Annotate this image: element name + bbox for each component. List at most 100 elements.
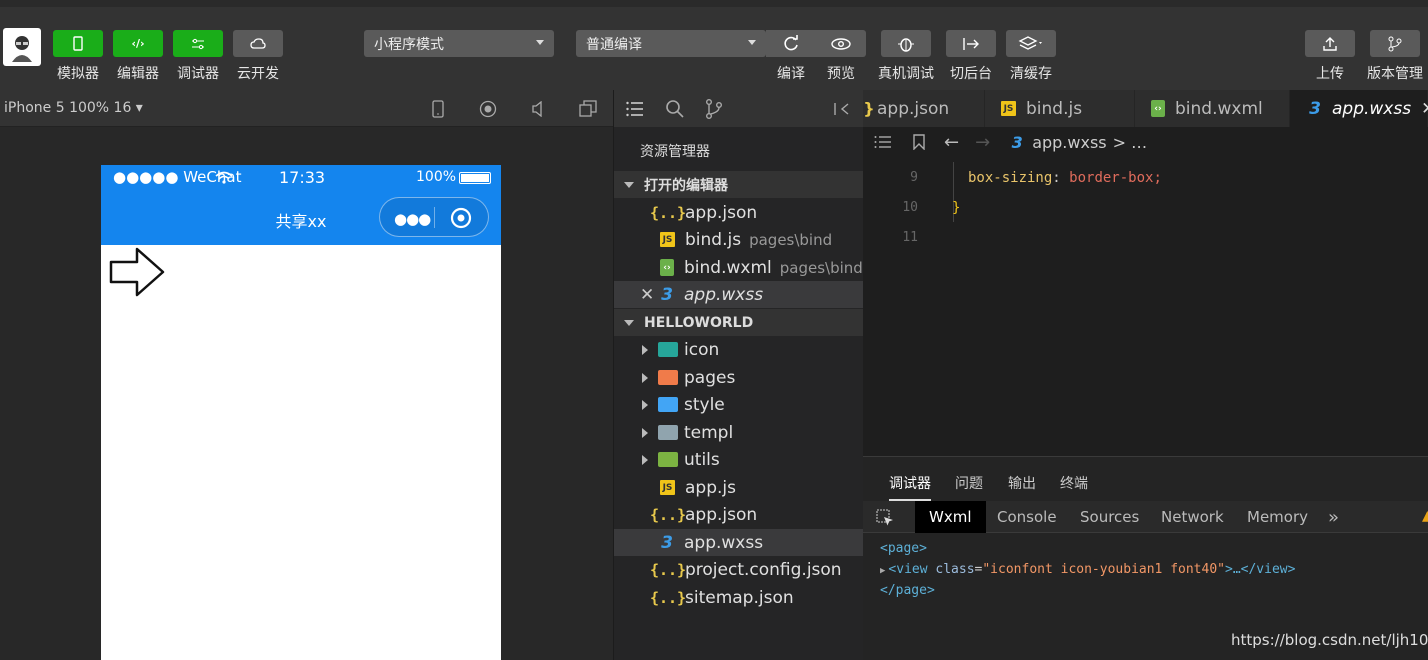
js-file-icon: JS bbox=[1001, 101, 1016, 116]
folder-item[interactable]: pages bbox=[614, 364, 864, 391]
avatar[interactable] bbox=[3, 28, 41, 66]
compile-label: 编译 bbox=[777, 66, 805, 82]
close-target-icon[interactable] bbox=[450, 207, 472, 229]
devtools-panel-tabs: Wxml Console Sources Network Memory » ▲ bbox=[863, 501, 1428, 533]
file-path: pages\bind bbox=[779, 258, 863, 277]
tab-app-json[interactable]: } app.json bbox=[863, 90, 985, 127]
more-icon[interactable]: ●●● bbox=[394, 210, 431, 228]
tab-bind-js[interactable]: JS bind.js bbox=[985, 90, 1135, 127]
json-file-icon: {..} bbox=[649, 203, 687, 222]
tab-terminal[interactable]: 终端 bbox=[1060, 473, 1088, 493]
simulator-label: 模拟器 bbox=[57, 66, 99, 82]
tab-label: bind.wxml bbox=[1175, 98, 1263, 119]
folder-item[interactable]: icon bbox=[614, 336, 864, 363]
device-select[interactable]: iPhone 5 100% 16 ▾ bbox=[4, 100, 143, 116]
dom-node-page-close[interactable]: </page> bbox=[880, 583, 1420, 604]
source-control-icon[interactable] bbox=[705, 99, 723, 119]
simulator-button[interactable] bbox=[53, 30, 103, 57]
dom-node-view[interactable]: ▶ <view class="iconfont icon-youbian1 fon… bbox=[880, 562, 1420, 583]
list-icon[interactable] bbox=[626, 101, 644, 117]
file-item[interactable]: {..} app.json bbox=[614, 501, 864, 528]
tab-app-wxss[interactable]: 3 app.wxss ✕ bbox=[1290, 90, 1428, 127]
back-arrow-icon[interactable]: ← bbox=[944, 132, 959, 153]
cloud-button[interactable] bbox=[233, 30, 283, 57]
phone-icon[interactable] bbox=[431, 100, 445, 118]
bookmark-icon[interactable] bbox=[912, 134, 926, 150]
tab-issues[interactable]: 问题 bbox=[955, 473, 983, 493]
layers-icon bbox=[1018, 35, 1042, 50]
file-item-selected[interactable]: 3 app.wxss bbox=[614, 529, 864, 556]
folder-item[interactable]: style bbox=[614, 391, 864, 418]
panel-console[interactable]: Console bbox=[983, 501, 1071, 533]
open-editor-item[interactable]: ‹› bind.wxml pages\bind bbox=[614, 254, 864, 281]
file-name: app.json bbox=[685, 202, 758, 223]
menu-strip bbox=[0, 0, 1428, 7]
dom-tree[interactable]: <page> ▶ <view class="iconfont icon-youbi… bbox=[880, 541, 1420, 604]
cloud-label: 云开发 bbox=[237, 66, 279, 82]
search-icon[interactable] bbox=[666, 100, 684, 118]
background-button[interactable] bbox=[946, 30, 996, 57]
simulator-panel: iPhone 5 100% 16 ▾ ●●●●● WeChat 17:33 10… bbox=[0, 90, 613, 660]
list-icon[interactable] bbox=[874, 135, 892, 149]
tab-output[interactable]: 输出 bbox=[1008, 473, 1036, 493]
file-name: bind.wxml bbox=[684, 257, 772, 278]
project-label: HELLOWORLD bbox=[644, 314, 754, 331]
code-icon: ‹/› bbox=[131, 37, 145, 50]
explorer-title: 资源管理器 bbox=[640, 144, 710, 160]
collapse-icon[interactable] bbox=[834, 102, 852, 116]
folder-icon bbox=[658, 452, 678, 467]
file-item[interactable]: JS app.js bbox=[614, 474, 864, 501]
clear-cache-button[interactable] bbox=[1006, 30, 1056, 57]
code-text: } bbox=[952, 200, 961, 216]
remote-debug-button[interactable] bbox=[881, 30, 931, 57]
window-icon[interactable] bbox=[579, 100, 597, 118]
expand-triangle-icon[interactable]: ▶ bbox=[880, 566, 885, 576]
version-button[interactable] bbox=[1370, 30, 1420, 57]
mode-select[interactable]: 小程序模式 bbox=[364, 30, 554, 57]
panel-sources[interactable]: Sources bbox=[1066, 501, 1153, 533]
volume-icon[interactable] bbox=[530, 101, 546, 117]
file-name: app.wxss bbox=[684, 532, 764, 553]
devtools-panel: 调试器 问题 输出 终端 Wxml Console Sources Networ… bbox=[863, 456, 1428, 660]
open-editor-item[interactable]: {..} app.json bbox=[614, 199, 864, 226]
css-file-icon: 3 bbox=[661, 532, 673, 553]
eye-icon bbox=[831, 37, 851, 50]
tab-label: app.wxss bbox=[1332, 98, 1412, 119]
forward-arrow-icon[interactable]: → bbox=[975, 132, 990, 153]
preview-button[interactable] bbox=[816, 30, 866, 57]
tab-debugger[interactable]: 调试器 bbox=[889, 473, 931, 501]
record-icon[interactable] bbox=[479, 100, 497, 118]
compile-button[interactable] bbox=[766, 30, 816, 57]
file-item[interactable]: {..} project.config.json bbox=[614, 556, 864, 583]
inspect-icon[interactable] bbox=[876, 509, 894, 527]
cloud-icon bbox=[250, 37, 266, 49]
panel-memory[interactable]: Memory bbox=[1233, 501, 1322, 533]
close-icon[interactable]: ✕ bbox=[640, 285, 656, 305]
capsule-menu[interactable]: ●●● bbox=[379, 197, 489, 237]
panel-network[interactable]: Network bbox=[1147, 501, 1238, 533]
js-file-icon: JS bbox=[660, 232, 675, 247]
debugger-button[interactable] bbox=[173, 30, 223, 57]
upload-button[interactable] bbox=[1305, 30, 1355, 57]
open-editor-item-active[interactable]: ✕ 3 app.wxss bbox=[614, 281, 864, 308]
code-line: 10 } bbox=[863, 200, 1428, 220]
wxml-file-icon: ‹› bbox=[660, 259, 674, 276]
open-editor-item[interactable]: JS bind.js pages\bind bbox=[614, 226, 864, 253]
warning-icon[interactable]: ▲ bbox=[1422, 508, 1428, 524]
dom-node-page[interactable]: <page> bbox=[880, 541, 1420, 562]
compile-select[interactable]: 普通编译 bbox=[576, 30, 766, 57]
file-item[interactable]: {..} sitemap.json bbox=[614, 584, 864, 611]
folder-item[interactable]: utils bbox=[614, 446, 864, 473]
editor-button[interactable]: ‹/› bbox=[113, 30, 163, 57]
chevron-down-icon bbox=[536, 40, 544, 45]
breadcrumb-more[interactable]: > … bbox=[1113, 133, 1148, 152]
close-icon[interactable]: ✕ bbox=[1421, 99, 1428, 119]
panel-wxml[interactable]: Wxml bbox=[915, 501, 986, 533]
more-panels-button[interactable]: » bbox=[1314, 501, 1353, 533]
file-name: app.js bbox=[685, 477, 736, 498]
project-header[interactable]: HELLOWORLD bbox=[614, 309, 864, 336]
open-editors-header[interactable]: 打开的编辑器 bbox=[614, 171, 864, 198]
breadcrumb-file[interactable]: app.wxss bbox=[1032, 133, 1106, 152]
folder-item[interactable]: templ bbox=[614, 419, 864, 446]
tab-bind-wxml[interactable]: ‹› bind.wxml bbox=[1135, 90, 1290, 127]
